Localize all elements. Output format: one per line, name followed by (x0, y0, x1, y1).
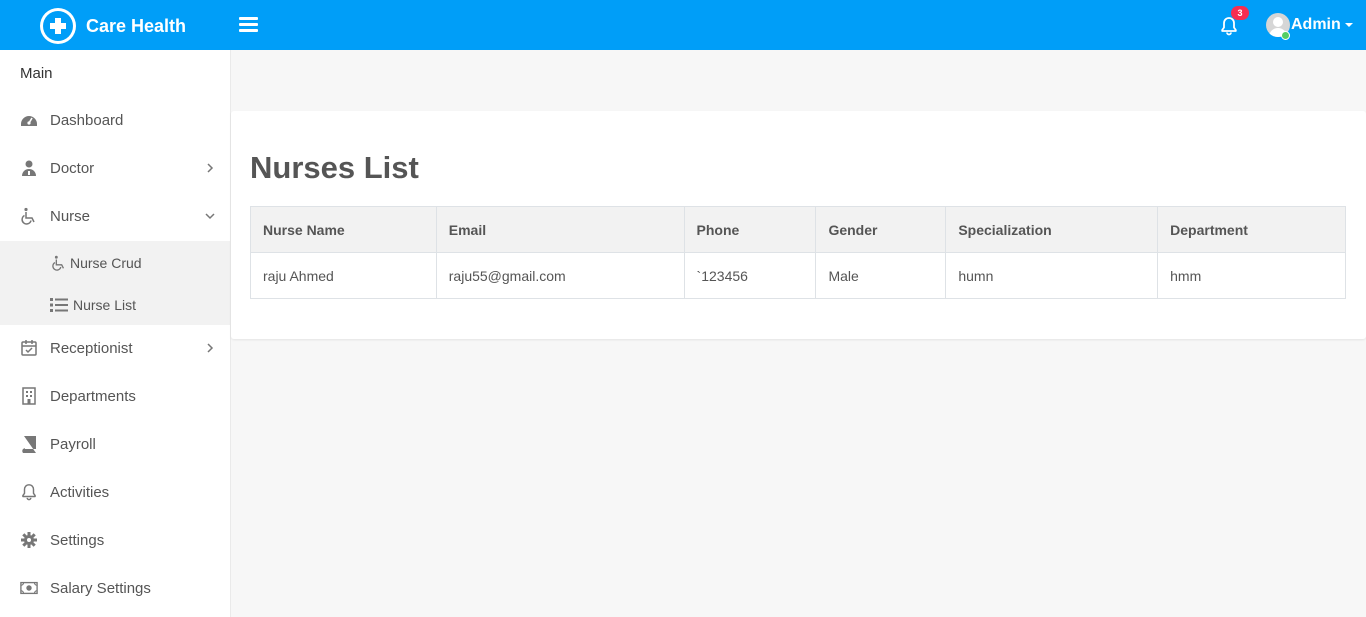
gear-icon (20, 531, 38, 549)
sidebar-item-label: Activities (50, 483, 110, 501)
sidebar-item-settings[interactable]: Settings (0, 516, 230, 564)
page-title: Nurses List (250, 150, 419, 185)
column-header-nurse-name: Nurse Name (250, 206, 437, 253)
chevron-right-icon (207, 163, 214, 173)
sidebar-toggle-hamburger-icon[interactable] (239, 17, 258, 33)
sidebar-subitem-nurse-list[interactable]: Nurse List (50, 291, 136, 319)
user-menu-dropdown[interactable]: Admin (1266, 13, 1353, 37)
book-icon (20, 435, 38, 453)
money-icon (20, 579, 38, 597)
sidebar-item-salary-settings[interactable]: Salary Settings (0, 564, 230, 612)
column-header-gender: Gender (815, 206, 947, 253)
building-icon (20, 387, 38, 405)
nurses-table: Nurse Name Email Phone Gender Specializa… (250, 206, 1346, 299)
cell-phone: `123456 (683, 252, 817, 299)
calendar-check-icon (20, 339, 38, 357)
sidebar-item-departments[interactable]: Departments (0, 372, 230, 420)
sidebar-item-label: Receptionist (50, 339, 133, 357)
caret-down-icon (1344, 23, 1353, 27)
notification-count-badge: 3 (1231, 6, 1249, 20)
cell-nurse-name: raju Ahmed (250, 252, 437, 299)
sidebar-subitem-label: Nurse List (73, 297, 137, 313)
sidebar-subitem-nurse-crud[interactable]: Nurse Crud (50, 249, 142, 277)
chevron-down-icon (205, 213, 215, 220)
sidebar-section-title: Main (20, 65, 53, 82)
sidebar-item-label: Settings (50, 531, 105, 549)
sidebar-item-label: Doctor (50, 159, 95, 177)
list-icon (50, 296, 68, 314)
sidebar-item-label: Payroll (50, 435, 96, 453)
column-header-email: Email (435, 206, 685, 253)
medical-cross-logo-icon (40, 8, 76, 44)
sidebar-item-receptionist[interactable]: Receptionist (0, 324, 230, 372)
cell-email: raju55@gmail.com (435, 252, 685, 299)
sidebar-item-payroll[interactable]: Payroll (0, 420, 230, 468)
doctor-icon (20, 159, 38, 177)
online-status-dot (1281, 31, 1290, 40)
wheelchair-icon (20, 207, 38, 225)
wheelchair-icon (50, 254, 68, 272)
chevron-right-icon (207, 343, 214, 353)
sidebar-item-dashboard[interactable]: Dashboard (0, 96, 230, 144)
user-name: Admin (1291, 16, 1341, 33)
sidebar-item-label: Salary Settings (50, 579, 151, 597)
column-header-phone: Phone (683, 206, 817, 253)
cell-gender: Male (815, 252, 947, 299)
brand-link[interactable]: Care Health (40, 8, 186, 44)
cell-specialization: humn (945, 252, 1159, 299)
brand-title: Care Health (86, 15, 187, 36)
column-header-specialization: Specialization (945, 206, 1159, 253)
dashboard-icon (20, 111, 38, 129)
sidebar-item-label: Dashboard (50, 111, 124, 129)
column-header-department: Department (1157, 206, 1346, 253)
top-navbar: Care Health 3 Admin (0, 0, 1366, 50)
table-header-row: Nurse Name Email Phone Gender Specializa… (250, 206, 1346, 253)
sidebar-subitem-label: Nurse Crud (70, 255, 142, 271)
sidebar-item-nurse[interactable]: Nurse (0, 192, 230, 240)
nurse-submenu: Nurse Crud Nurse List (0, 241, 230, 325)
table-row: raju Ahmed raju55@gmail.com `123456 Male… (250, 252, 1346, 299)
sidebar-item-activities[interactable]: Activities (0, 468, 230, 516)
sidebar-item-doctor[interactable]: Doctor (0, 144, 230, 192)
sidebar-item-label: Departments (50, 387, 136, 405)
sidebar-item-label: Nurse (50, 207, 91, 225)
cell-department: hmm (1157, 252, 1346, 299)
sidebar: Main Dashboard Doctor Nurse Nurse Crud N… (0, 50, 231, 617)
nurses-list-card: Nurses List Nurse Name Email Phone Gende… (231, 111, 1366, 339)
bell-icon (20, 483, 38, 501)
